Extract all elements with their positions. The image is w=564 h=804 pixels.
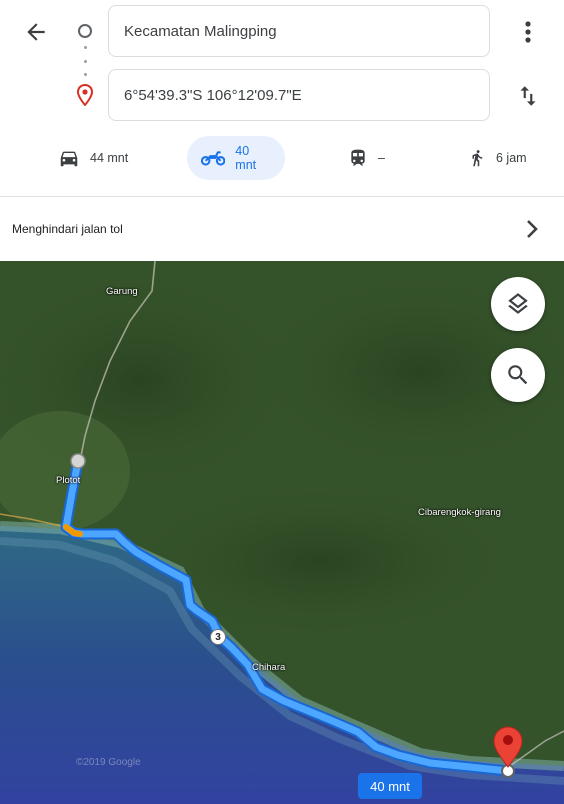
map-view[interactable]: Garung Plotot Cibarengkok-girang Chihara… [0, 261, 564, 804]
route-start-marker [70, 453, 86, 469]
origin-circle-icon [78, 24, 92, 38]
directions-header: Kecamatan Malingping 6°54'39.3"S 106°12'… [0, 0, 564, 196]
train-icon [351, 149, 365, 166]
mode-walk-tab[interactable]: 6 jam [468, 136, 527, 180]
more-options-button[interactable] [512, 14, 544, 50]
route-options-label: Menghindari jalan tol [12, 222, 123, 236]
search-icon [508, 365, 528, 385]
travel-mode-bar: 44 mnt 40 mnt – 6 jam [0, 136, 564, 180]
origin-input[interactable]: Kecamatan Malingping [108, 5, 490, 57]
route-options-row[interactable]: Menghindari jalan tol [0, 197, 564, 261]
mode-motorcycle-label: 40 mnt [235, 144, 257, 172]
walking-icon [472, 150, 483, 167]
route-connector-dots [83, 46, 87, 76]
swap-button[interactable] [510, 78, 546, 114]
destination-pin-icon [76, 84, 94, 106]
place-label-garung: Garung [106, 286, 138, 297]
place-label-chihara: Chihara [252, 662, 286, 673]
back-button[interactable] [18, 14, 54, 50]
map-copyright: ©2019 Google [76, 757, 141, 768]
route-number-shield: 3 [210, 629, 226, 645]
place-label-cibarengkok-girang: Cibarengkok-girang [418, 507, 501, 518]
mode-transit-tab[interactable]: – [348, 136, 385, 180]
layers-button[interactable] [491, 277, 545, 331]
satellite-map-imagery [0, 261, 564, 804]
mode-motorcycle-tab[interactable]: 40 mnt [187, 136, 285, 180]
mode-car-tab[interactable]: 44 mnt [58, 136, 128, 180]
destination-input[interactable]: 6°54'39.3"S 106°12'09.7"E [108, 69, 490, 121]
more-vert-icon [525, 21, 531, 43]
mode-car-label: 44 mnt [90, 151, 129, 165]
mode-walk-label: 6 jam [496, 151, 527, 165]
map-search-button[interactable] [491, 348, 545, 402]
car-icon [60, 151, 78, 167]
place-label-plotot: Plotot [56, 475, 81, 486]
layers-icon [508, 293, 528, 314]
mode-transit-label: – [378, 151, 385, 165]
swap-vert-icon [520, 86, 536, 106]
arrow-back-icon [27, 23, 45, 41]
route-eta-callout[interactable]: 40 mnt [358, 773, 422, 799]
chevron-right-icon [527, 220, 538, 238]
motorcycle-icon [201, 151, 226, 166]
